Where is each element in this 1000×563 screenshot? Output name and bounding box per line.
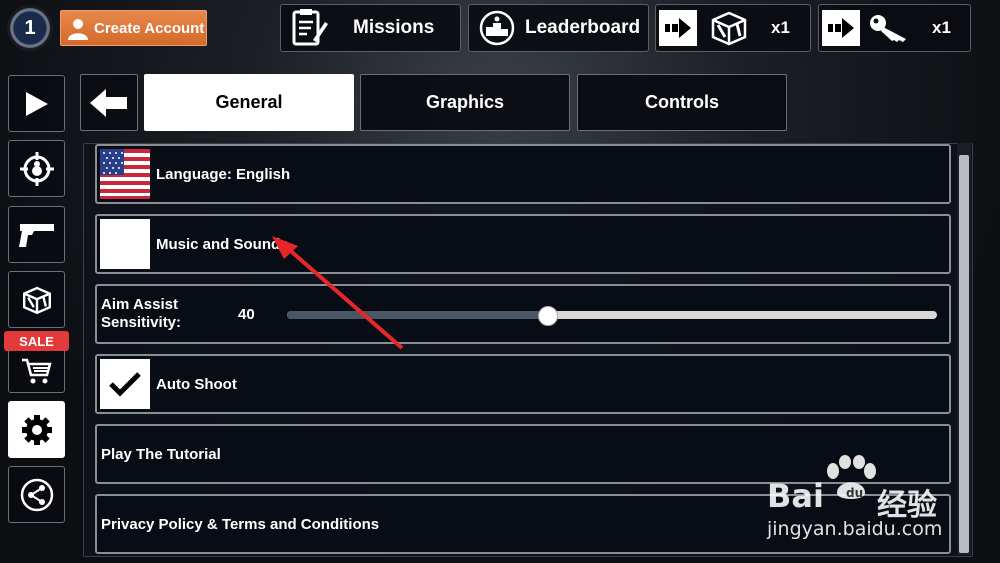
podium-icon — [479, 10, 515, 46]
aim-assist-row: Aim Assist Sensitivity: 40 — [95, 284, 951, 344]
aim-assist-value: 40 — [238, 306, 255, 323]
player-level: 1 — [24, 16, 36, 39]
auto-shoot-label: Auto Shoot — [156, 375, 237, 393]
arrow-left-icon — [90, 88, 127, 117]
baidu-watermark: du Bai 经验 jingyan.baidu.com — [765, 455, 985, 545]
leaderboard-label: Leaderboard — [525, 17, 641, 38]
language-label: Language: English — [156, 165, 291, 183]
cart-icon — [21, 358, 52, 383]
aim-assist-slider-handle[interactable] — [538, 306, 558, 326]
music-sounds-label: Music and Sounds — [156, 235, 289, 253]
leaderboard-button[interactable]: Leaderboard — [468, 4, 649, 52]
sidebar-crates-button[interactable] — [8, 271, 65, 328]
arrow-right-icon — [822, 10, 860, 46]
create-account-button[interactable]: Create Account — [60, 10, 207, 46]
tab-graphics-label: Graphics — [425, 92, 505, 112]
language-row[interactable]: Language: English — [95, 144, 951, 204]
share-icon — [20, 478, 53, 511]
gear-icon — [21, 414, 52, 445]
user-icon — [68, 19, 88, 40]
sidebar-target-button[interactable] — [8, 140, 65, 197]
key-count: x1 — [932, 18, 951, 37]
player-level-badge[interactable]: 1 — [7, 5, 53, 51]
us-flag-icon — [100, 149, 150, 199]
crate-count: x1 — [771, 18, 790, 37]
back-button[interactable] — [80, 74, 138, 131]
privacy-label: Privacy Policy & Terms and Conditions — [101, 515, 380, 533]
aim-assist-label-line2: Sensitivity: — [101, 314, 182, 331]
sidebar-weapons-button[interactable] — [8, 206, 65, 263]
arrow-right-icon — [659, 10, 697, 46]
sidebar-share-button[interactable] — [8, 466, 65, 523]
aim-assist-slider[interactable] — [287, 306, 937, 326]
pistol-icon — [18, 223, 54, 247]
play-icon — [25, 91, 48, 116]
tab-general-label: General — [215, 92, 283, 112]
tab-graphics[interactable]: Graphics — [360, 74, 570, 131]
crate-inventory-button[interactable]: x1 — [655, 4, 811, 52]
watermark-url: jingyan.baidu.com — [767, 518, 943, 540]
auto-shoot-row[interactable]: Auto Shoot — [95, 354, 951, 414]
watermark-brand: Bai — [767, 477, 824, 515]
svg-text:du: du — [846, 486, 863, 500]
auto-shoot-checkbox[interactable] — [100, 359, 150, 409]
tutorial-label: Play The Tutorial — [101, 445, 221, 463]
aim-assist-label: Aim Assist Sensitivity: — [101, 296, 211, 332]
music-sounds-checkbox[interactable] — [100, 219, 150, 269]
clipboard-pen-icon — [292, 9, 328, 46]
aim-assist-label-line1: Aim Assist — [101, 296, 178, 313]
crate-icon — [711, 11, 747, 46]
music-sounds-row[interactable]: Music and Sounds — [95, 214, 951, 274]
tab-controls[interactable]: Controls — [577, 74, 787, 131]
crosshair-icon — [19, 151, 54, 186]
paw-icon: du — [827, 455, 876, 500]
sale-badge: SALE — [4, 331, 69, 351]
sidebar-settings-button[interactable] — [8, 401, 65, 458]
missions-label: Missions — [353, 17, 435, 38]
create-account-label: Create Account — [94, 19, 205, 37]
aim-assist-slider-fill — [287, 311, 547, 319]
crate-icon — [22, 286, 51, 314]
tab-controls-label: Controls — [645, 92, 719, 112]
key-inventory-button[interactable]: x1 — [818, 4, 971, 52]
sidebar-play-button[interactable] — [8, 75, 65, 132]
missions-button[interactable]: Missions — [280, 4, 461, 52]
tab-general[interactable]: General — [144, 74, 354, 131]
key-icon — [870, 15, 906, 42]
checkmark-icon — [109, 372, 141, 397]
